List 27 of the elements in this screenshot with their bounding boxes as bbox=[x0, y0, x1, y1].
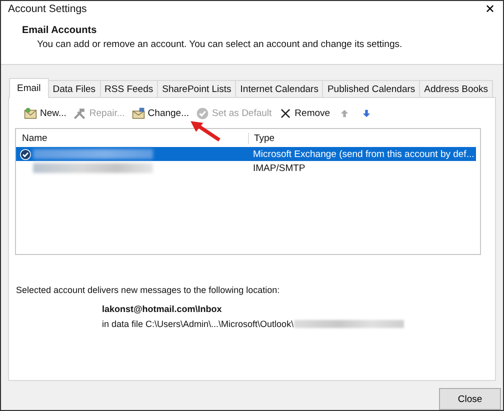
envelope-icon bbox=[132, 106, 145, 120]
window-title: Account Settings bbox=[8, 3, 87, 15]
table-cell-text: IMAP/SMTP bbox=[252, 162, 306, 174]
section-title: Email Accounts bbox=[22, 25, 98, 36]
remove-button[interactable]: Remove bbox=[278, 106, 330, 120]
x-icon bbox=[278, 106, 292, 120]
close-button[interactable]: ✕ bbox=[481, 2, 499, 16]
column-header: Type bbox=[248, 132, 480, 144]
new-button[interactable]: New... bbox=[24, 106, 66, 120]
check-circle-icon bbox=[196, 106, 209, 120]
table-cell-text: Microsoft Exchange (send from this account by def... bbox=[252, 148, 476, 160]
section-description: You can add or remove an account. You can select an account and change its settings. bbox=[36, 39, 404, 50]
change-button[interactable]: Change... bbox=[132, 106, 189, 120]
close-dialog-button[interactable]: Close bbox=[439, 388, 501, 410]
delivery-folder: lakonst@hotmail.com\Inbox bbox=[101, 304, 223, 314]
column-header: Name bbox=[21, 132, 48, 144]
envelope-icon bbox=[24, 106, 37, 120]
tab[interactable]: Email bbox=[9, 78, 49, 98]
data-file-path: in data file C:\Users\Admin\...\Microsoft\Outlook\ bbox=[102, 319, 294, 329]
check-circle-icon bbox=[20, 148, 31, 160]
down-arrow-icon bbox=[362, 108, 372, 118]
tools-icon bbox=[73, 106, 86, 120]
up-arrow-icon bbox=[340, 108, 350, 118]
tab[interactable]: Address Books bbox=[419, 80, 494, 97]
account-row[interactable]: IMAP/SMTP bbox=[16, 161, 476, 175]
delivery-description: Selected account delivers new messages to the following location: bbox=[16, 285, 281, 295]
account-row[interactable]: Microsoft Exchange (send from this account by def... bbox=[16, 147, 476, 161]
